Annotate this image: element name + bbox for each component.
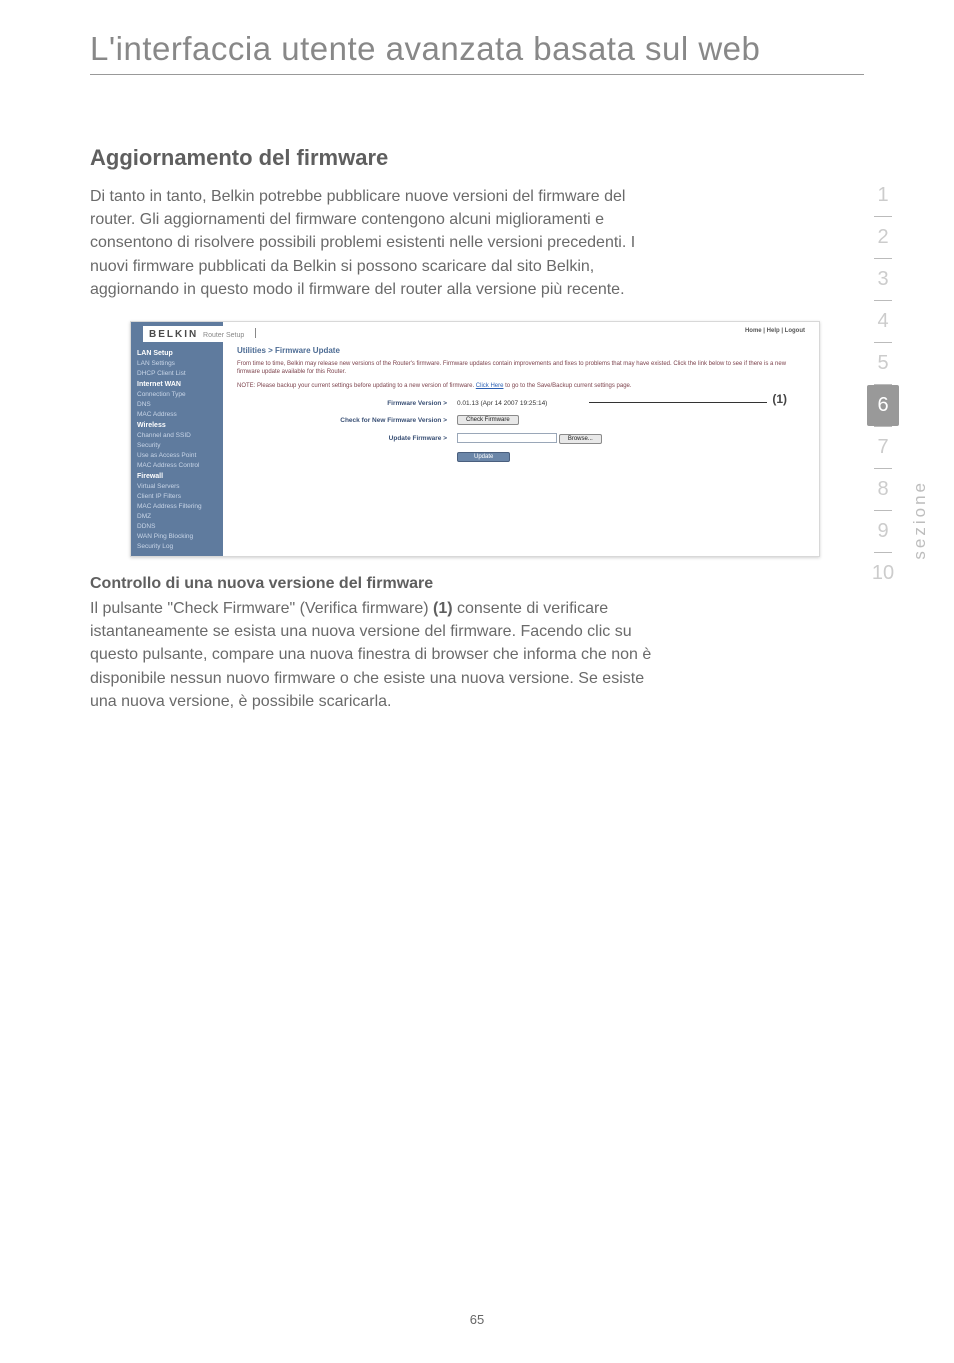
sidebar-item[interactable]: LAN Settings (131, 359, 223, 369)
note-text-b: to go to the Save/Backup current setting… (505, 383, 631, 389)
note-click-here-link[interactable]: Click Here (476, 383, 504, 389)
nav-4[interactable]: 4 (867, 301, 899, 342)
sidebar-item[interactable]: MAC Address (131, 410, 223, 420)
sidebar-item[interactable]: DMZ (131, 512, 223, 522)
page-number: 65 (0, 1312, 954, 1327)
nav-5[interactable]: 5 (867, 343, 899, 384)
note-text-a: NOTE: Please backup your current setting… (237, 383, 474, 389)
sidebar-group: LAN Setup (131, 348, 223, 359)
sub-text-ref: (1) (433, 600, 453, 617)
sidebar-item[interactable]: Virtual Servers (131, 482, 223, 492)
side-section-nav: 1 2 3 4 5 6 7 8 9 10 (867, 175, 899, 594)
router-desc: From time to time, Belkin may release ne… (237, 361, 809, 383)
firmware-file-input[interactable] (457, 433, 557, 443)
row-update-firmware: Update Firmware > Browse... (237, 429, 809, 448)
intro-paragraph: Di tanto in tanto, Belkin potrebbe pubbl… (90, 185, 660, 301)
nav-1[interactable]: 1 (867, 175, 899, 216)
update-fw-label: Update Firmware > (237, 435, 457, 442)
callout-1: (1) (772, 392, 787, 406)
row-update-submit: Update (237, 448, 809, 466)
router-note: NOTE: Please backup your current setting… (237, 383, 809, 397)
nav-3[interactable]: 3 (867, 259, 899, 300)
sidebar-item[interactable]: Client IP Filters (131, 492, 223, 502)
sub-text-a: Il pulsante "Check Firmware" (Verifica f… (90, 600, 433, 617)
sidebar-group: Firewall (131, 471, 223, 482)
main-content: Aggiornamento del firmware Di tanto in t… (0, 75, 800, 713)
callout-line (589, 402, 767, 403)
row-check-firmware: Check for New Firmware Version > Check F… (237, 411, 809, 429)
page-title: L'interfaccia utente avanzata basata sul… (0, 0, 954, 74)
check-firmware-button[interactable]: Check Firmware (457, 415, 519, 425)
nav-7[interactable]: 7 (867, 427, 899, 468)
sidebar-item[interactable]: DDNS (131, 522, 223, 532)
check-fw-label: Check for New Firmware Version > (237, 417, 457, 424)
nav-10[interactable]: 10 (867, 553, 899, 594)
logo-subtitle: Router Setup (203, 332, 244, 339)
update-button[interactable]: Update (457, 452, 510, 462)
sidebar-item[interactable]: Security Log (131, 542, 223, 552)
sub-heading: Controllo di una nuova versione del firm… (90, 575, 660, 593)
sidebar-item[interactable]: WAN Ping Blocking (131, 532, 223, 542)
nav-9[interactable]: 9 (867, 511, 899, 552)
fw-version-label: Firmware Version > (237, 400, 457, 407)
sidebar-item[interactable]: Security (131, 441, 223, 451)
router-screenshot: BELKIN Router Setup LAN Setup LAN Settin… (130, 321, 820, 557)
sidebar-item[interactable]: DHCP Client List (131, 369, 223, 379)
belkin-logo: BELKIN Router Setup (143, 326, 268, 342)
sidebar-group: Wireless (131, 420, 223, 431)
sidebar-group: Internet WAN (131, 379, 223, 390)
router-header-links[interactable]: Home | Help | Logout (237, 322, 809, 342)
nav-2[interactable]: 2 (867, 217, 899, 258)
sidebar-item[interactable]: MAC Address Filtering (131, 502, 223, 512)
router-sidebar: LAN Setup LAN Settings DHCP Client List … (131, 322, 223, 556)
sub-paragraph: Il pulsante "Check Firmware" (Verifica f… (90, 597, 660, 713)
section-heading: Aggiornamento del firmware (90, 145, 660, 171)
sidebar-item[interactable]: MAC Address Control (131, 461, 223, 471)
vertical-section-label: sezione (910, 480, 930, 560)
browse-button[interactable]: Browse... (559, 434, 602, 444)
sidebar-item[interactable]: DNS (131, 400, 223, 410)
nav-8[interactable]: 8 (867, 469, 899, 510)
nav-6[interactable]: 6 (867, 385, 899, 426)
sidebar-item[interactable]: Connection Type (131, 390, 223, 400)
sidebar-item[interactable]: Channel and SSID (131, 431, 223, 441)
fw-version-value: 0.01.13 (Apr 14 2007 19:25:14) (457, 400, 547, 407)
sidebar-item[interactable]: Use as Access Point (131, 451, 223, 461)
logo-text: BELKIN (149, 329, 198, 340)
router-pane-title: Utilities > Firmware Update (237, 342, 809, 361)
row-firmware-version: Firmware Version > 0.01.13 (Apr 14 2007 … (237, 396, 809, 411)
router-main-pane: Home | Help | Logout Utilities > Firmwar… (223, 322, 819, 556)
